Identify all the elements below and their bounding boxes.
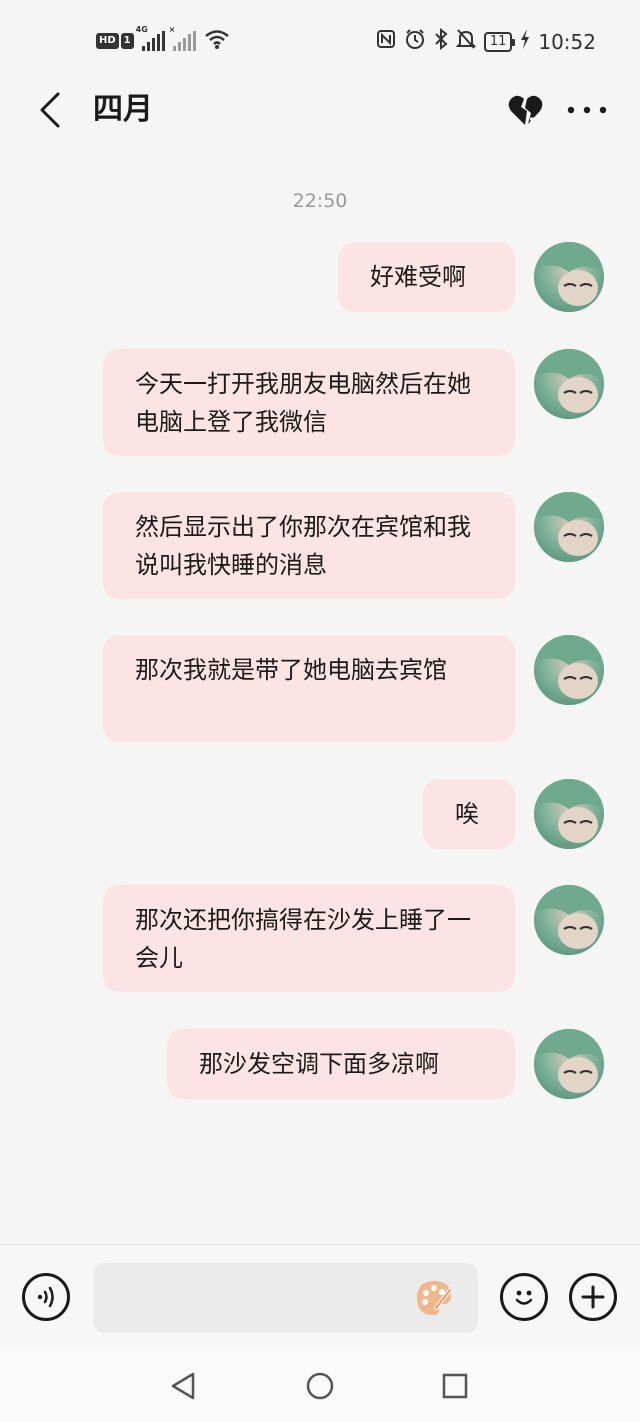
circle-home-icon [306,1372,334,1400]
hd-label: HD [96,33,119,49]
avatar[interactable] [534,492,604,562]
message-row: 唉 [423,779,515,849]
plus-button[interactable] [569,1273,617,1321]
status-right: 11 10:52 [376,27,596,55]
cell-signal-2-icon: × [169,25,196,51]
message-row: 然后显示出了你那次在宾馆和我说叫我快睡的消息 [103,492,515,599]
avatar[interactable] [534,349,604,419]
triangle-back-icon [171,1372,195,1400]
mute-icon [455,28,477,55]
message-bubble[interactable]: 那次我就是带了她电脑去宾馆 [103,635,515,742]
message-row: 今天一打开我朋友电脑然后在她电脑上登了我微信 [103,349,515,456]
broken-heart-icon [508,95,543,125]
nav-recents-button[interactable] [437,1368,473,1404]
charging-icon [520,29,530,54]
message-row: 那沙发空调下面多凉啊 [167,1029,515,1099]
more-button[interactable] [566,90,608,130]
message-bubble[interactable]: 然后显示出了你那次在宾馆和我说叫我快睡的消息 [103,492,515,599]
system-nav-bar [0,1350,640,1422]
nfc-icon [376,29,396,54]
message-row: 那次我就是带了她电脑去宾馆 [103,635,515,742]
wifi-icon [204,28,230,54]
intimacy-button[interactable] [506,90,546,130]
avatar[interactable] [534,242,604,312]
emoji-button[interactable] [500,1273,548,1321]
avatar[interactable] [534,885,604,955]
hd-badge: HD 1 [96,33,134,49]
message-timestamp: 22:50 [292,190,348,212]
plus-icon [581,1285,605,1309]
sim-label: 1 [120,33,134,49]
avatar[interactable] [534,635,604,705]
message-bubble[interactable]: 那次还把你搞得在沙发上睡了一会儿 [103,885,515,992]
status-left: HD 1 4G × [96,25,230,54]
palette-button[interactable] [414,1278,454,1318]
square-recents-icon [442,1373,468,1399]
status-bar: HD 1 4G × 11 10:52 [0,0,640,80]
back-button[interactable] [30,90,70,130]
avatar[interactable] [534,779,604,849]
clock: 10:52 [538,29,596,54]
message-row: 好难受啊 [338,242,515,312]
nav-back-button[interactable] [165,1368,201,1404]
battery-level: 11 [483,31,515,52]
more-dots-icon [567,106,607,114]
cell-signal-icon: 4G [136,25,165,51]
network-type-label: 4G [135,25,148,34]
alarm-icon [404,28,426,55]
voice-button[interactable] [22,1273,70,1321]
palette-icon [417,1281,452,1315]
page-title: 四月 [93,92,153,127]
message-bubble[interactable]: 那沙发空调下面多凉啊 [167,1029,515,1099]
input-bar [0,1244,640,1351]
bluetooth-icon [434,27,448,55]
voice-icon [37,1286,54,1308]
message-bubble[interactable]: 唉 [423,779,515,849]
message-bubble[interactable]: 今天一打开我朋友电脑然后在她电脑上登了我微信 [103,349,515,456]
message-bubble[interactable]: 好难受啊 [338,242,515,312]
chat-header: 四月 [0,80,640,140]
nav-home-button[interactable] [302,1368,338,1404]
avatar[interactable] [534,1029,604,1099]
emoji-icon [515,1290,533,1305]
chevron-left-icon [40,92,60,128]
message-row: 那次还把你搞得在沙发上睡了一会儿 [103,885,515,992]
